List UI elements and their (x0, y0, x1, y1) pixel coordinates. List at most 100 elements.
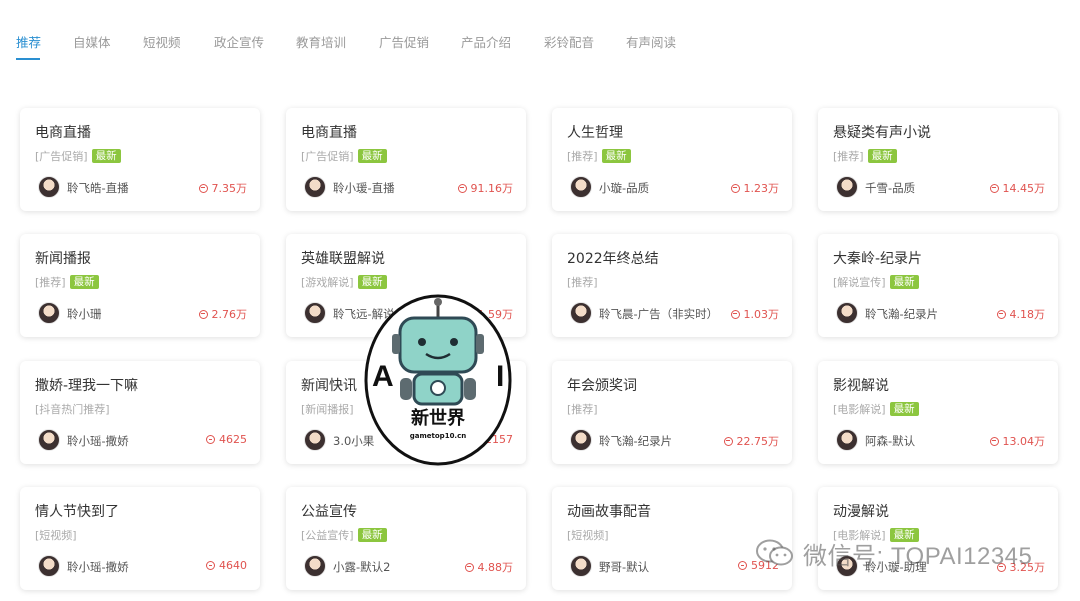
voice-card[interactable]: 撒娇-理我一下嘛 [抖音热门推荐] 聆小瑶-撒娇 4625 (20, 361, 260, 464)
tag-line: [解说宣传] 最新 (833, 274, 919, 289)
category-tag[interactable]: [推荐] (567, 148, 598, 164)
tab-ad-promo[interactable]: 广告促销 (379, 32, 429, 51)
voice-card[interactable]: 情人节快到了 [短视频] 聆小瑶-撒娇 4640 (20, 487, 260, 590)
voice-card[interactable]: 悬疑类有声小说 [推荐] 最新 千雪-品质 14.45万 (818, 108, 1058, 211)
play-count-value: 7.35万 (211, 182, 248, 195)
tag-line: [推荐] 最新 (567, 148, 631, 163)
wechat-icon (756, 539, 793, 566)
headphone-icon (457, 183, 467, 193)
tag-line: [短视频] (35, 527, 77, 542)
new-badge: 最新 (357, 274, 387, 289)
voice-card[interactable]: 影视解说 [电影解说] 最新 阿森-默认 13.04万 (818, 361, 1058, 464)
category-tag[interactable]: [短视频] (35, 527, 77, 543)
play-count-value: 2.76万 (211, 308, 248, 321)
tab-short-video[interactable]: 短视频 (143, 32, 181, 51)
speaker-name: 聆小瑶-撒娇 (67, 434, 129, 448)
category-tag[interactable]: [推荐] (567, 274, 598, 290)
avatar (38, 176, 60, 198)
play-count: 4.88万 (464, 559, 513, 575)
headphone-icon (730, 183, 740, 193)
play-count-value: 4625 (219, 433, 247, 446)
play-count: 1.03万 (730, 306, 779, 322)
avatar (570, 429, 592, 451)
voice-card[interactable]: 大秦岭-纪录片 [解说宣传] 最新 聆飞瀚-纪录片 4.18万 (818, 234, 1058, 337)
category-tag[interactable]: [解说宣传] (833, 274, 886, 290)
tab-education[interactable]: 教育培训 (296, 32, 346, 51)
tag-line: [推荐] (567, 401, 598, 416)
tag-line: [推荐] 最新 (833, 148, 897, 163)
headphone-icon (738, 561, 747, 570)
play-count: 2.76万 (198, 306, 248, 322)
play-count: 22.75万 (723, 433, 780, 449)
headphone-icon (730, 309, 740, 319)
tab-ringtone[interactable]: 彩铃配音 (544, 32, 594, 51)
avatar (304, 302, 326, 324)
category-tag[interactable]: [短视频] (567, 527, 609, 543)
logo-letter-a: A (372, 360, 394, 393)
voice-card[interactable]: 电商直播 [广告促销] 最新 聆飞皓-直播 7.35万 (20, 108, 260, 211)
play-count: 14.45万 (989, 180, 1045, 196)
card-title: 电商直播 (301, 125, 357, 141)
category-tag[interactable]: [抖音热门推荐] (35, 401, 110, 417)
play-count-value: 4640 (219, 559, 247, 572)
tag-line: [广告促销] 最新 (301, 148, 387, 163)
tag-line: [推荐] (567, 274, 598, 289)
speaker-name: 聆小瑶-撒娇 (67, 560, 129, 574)
card-title: 影视解说 (833, 378, 889, 394)
voice-card[interactable]: 公益宣传 [公益宣传] 最新 小露-默认2 4.88万 (286, 487, 526, 590)
voice-card[interactable]: 人生哲理 [推荐] 最新 小璇-品质 1.23万 (552, 108, 792, 211)
voice-card[interactable]: 新闻播报 [推荐] 最新 聆小珊 2.76万 (20, 234, 260, 337)
category-tag[interactable]: [推荐] (35, 274, 66, 290)
category-tag[interactable]: [推荐] (567, 401, 598, 417)
tag-line: [广告促销] 最新 (35, 148, 121, 163)
speaker-name: 小璇-品质 (599, 181, 650, 195)
headphone-icon (464, 562, 474, 572)
card-title: 情人节快到了 (35, 504, 119, 520)
avatar (570, 302, 592, 324)
tag-line: [新闻播报] (301, 401, 354, 416)
new-badge: 最新 (889, 274, 919, 289)
new-badge: 最新 (357, 148, 387, 163)
new-badge: 最新 (889, 401, 919, 416)
avatar (304, 176, 326, 198)
headphone-icon (989, 436, 999, 446)
logo-url: gametop10.cn (410, 432, 466, 440)
play-count: 1.23万 (730, 180, 780, 196)
category-tag[interactable]: [推荐] (833, 148, 864, 164)
speaker-name: 小露-默认2 (333, 560, 391, 574)
tab-product-intro[interactable]: 产品介绍 (461, 32, 511, 51)
avatar (570, 555, 592, 577)
voice-card[interactable]: 2022年终总结 [推荐] 聆飞晨-广告（非实时） 1.03万 (552, 234, 792, 337)
play-count: 7.35万 (198, 180, 248, 196)
category-tag[interactable]: [公益宣传] (301, 527, 354, 543)
play-count-value: 22.75万 (736, 435, 780, 448)
card-title: 悬疑类有声小说 (833, 125, 931, 141)
tag-line: [电影解说] 最新 (833, 401, 919, 416)
tag-line: [抖音热门推荐] (35, 401, 110, 416)
speaker-name: 聆飞瀚-纪录片 (865, 307, 939, 321)
wechat-watermark: 微信号: TOPAI12345 (755, 536, 1032, 570)
category-tag[interactable]: [新闻播报] (301, 401, 354, 417)
category-tag[interactable]: [广告促销] (35, 148, 88, 164)
speaker-name: 聆飞瀚-纪录片 (599, 434, 673, 448)
headphone-icon (723, 436, 733, 446)
card-title: 撒娇-理我一下嘛 (35, 378, 139, 394)
category-tag[interactable]: [电影解说] (833, 401, 886, 417)
new-badge: 最新 (867, 148, 897, 163)
category-tag[interactable]: [游戏解说] (301, 274, 354, 290)
voice-card[interactable]: 年会颁奖词 [推荐] 聆飞瀚-纪录片 22.75万 (552, 361, 792, 464)
tab-audiobook[interactable]: 有声阅读 (626, 32, 676, 51)
play-count-value: 1.23万 (743, 182, 780, 195)
speaker-name: 聆飞皓-直播 (67, 181, 129, 195)
avatar (38, 429, 60, 451)
category-tag[interactable]: [广告促销] (301, 148, 354, 164)
tab-self-media[interactable]: 自媒体 (73, 32, 111, 51)
speaker-name: 阿森-默认 (865, 434, 916, 448)
tab-gov-promo[interactable]: 政企宣传 (214, 32, 264, 51)
speaker-name: 聆小瑗-直播 (333, 181, 395, 195)
new-badge: 最新 (357, 527, 387, 542)
tab-recommended[interactable]: 推荐 (16, 32, 41, 51)
voice-card[interactable]: 电商直播 [广告促销] 最新 聆小瑗-直播 91.16万 (286, 108, 526, 211)
play-count: 4.18万 (996, 306, 1045, 322)
headphone-icon (206, 561, 215, 570)
